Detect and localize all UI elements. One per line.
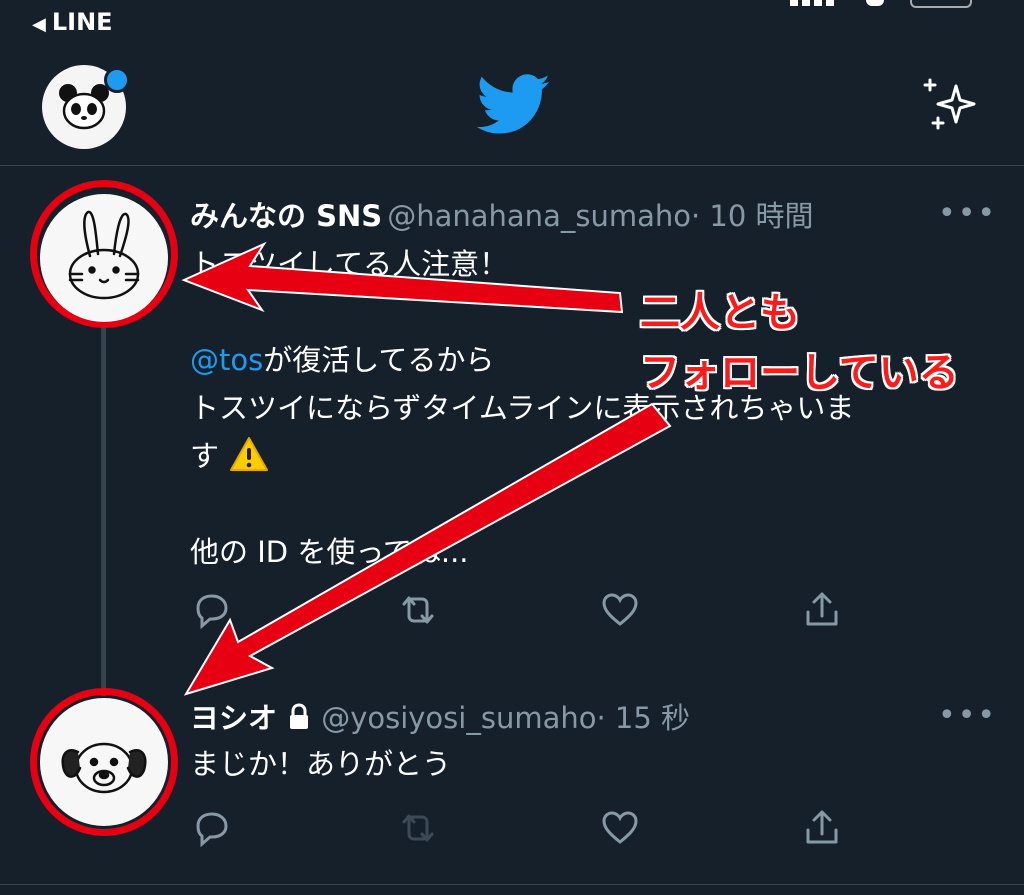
annotation-line-1: 二人とも <box>640 290 800 336</box>
annotation-line-2: フォローしている <box>640 350 959 396</box>
arrow-to-second-avatar <box>183 402 672 696</box>
annotation-arrows <box>181 241 672 696</box>
arrow-to-first-avatar <box>181 241 624 314</box>
